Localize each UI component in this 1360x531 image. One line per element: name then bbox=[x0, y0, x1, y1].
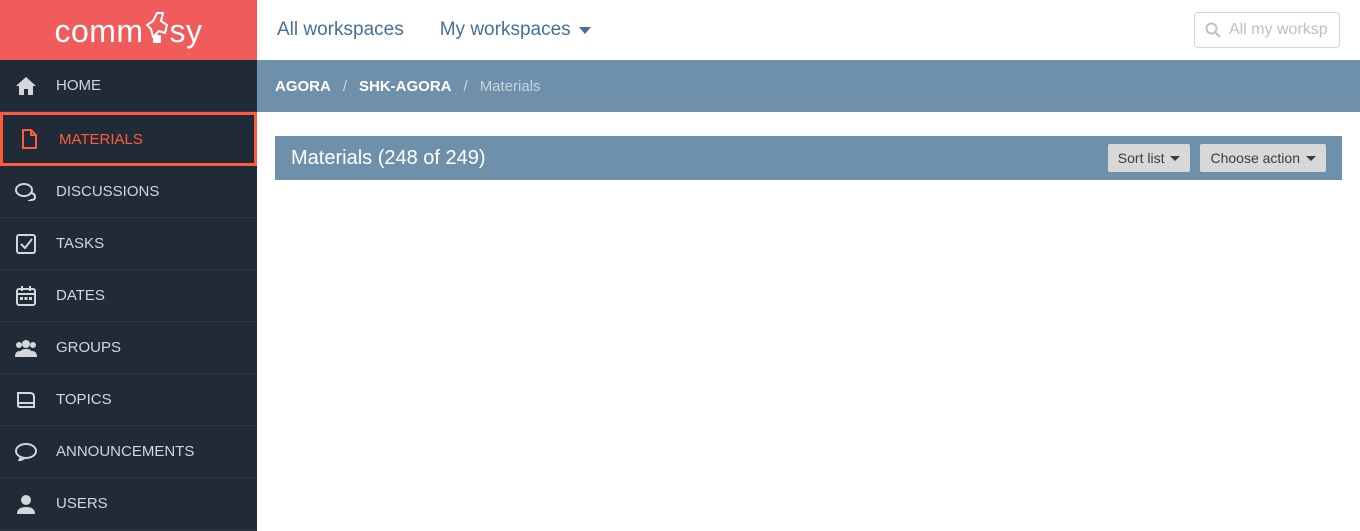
book-icon bbox=[14, 391, 38, 409]
sidebar-item-groups[interactable]: GROUPS bbox=[0, 322, 257, 374]
sidebar-item-label: MATERIALS bbox=[59, 131, 143, 148]
caret-down-icon bbox=[1170, 156, 1180, 161]
logo[interactable]: comm sy bbox=[0, 0, 257, 60]
calendar-icon bbox=[14, 286, 38, 306]
caret-down-icon bbox=[1306, 156, 1316, 161]
my-workspaces-label: My workspaces bbox=[440, 19, 571, 41]
breadcrumb-level1[interactable]: AGORA bbox=[275, 78, 331, 95]
sidebar-item-label: TOPICS bbox=[56, 391, 112, 408]
sidebar-item-label: USERS bbox=[56, 495, 108, 512]
panel-body bbox=[275, 180, 1342, 520]
file-icon bbox=[17, 129, 41, 149]
sidebar-item-label: DISCUSSIONS bbox=[56, 183, 159, 200]
search-box[interactable] bbox=[1194, 12, 1340, 48]
breadcrumb-level2[interactable]: SHK-AGORA bbox=[359, 78, 452, 95]
search-icon bbox=[1205, 22, 1221, 38]
sidebar-item-discussions[interactable]: DISCUSSIONS bbox=[0, 166, 257, 218]
sidebar-item-users[interactable]: USERS bbox=[0, 478, 257, 530]
materials-panel: Materials (248 of 249) Sort list Choose … bbox=[275, 136, 1342, 520]
group-icon bbox=[14, 339, 38, 357]
panel-actions: Sort list Choose action bbox=[1108, 144, 1326, 172]
logo-hand-icon bbox=[143, 11, 171, 45]
choose-action-button[interactable]: Choose action bbox=[1200, 144, 1326, 172]
chevron-down-icon bbox=[579, 27, 591, 34]
panel-header: Materials (248 of 249) Sort list Choose … bbox=[275, 136, 1342, 180]
sidebar: comm sy HOME MATERIALS bbox=[0, 0, 257, 531]
my-workspaces-dropdown[interactable]: My workspaces bbox=[440, 19, 591, 41]
sidebar-item-home[interactable]: HOME bbox=[0, 60, 257, 112]
sidebar-item-topics[interactable]: TOPICS bbox=[0, 374, 257, 426]
check-icon bbox=[14, 234, 38, 254]
action-button-label: Choose action bbox=[1210, 150, 1300, 166]
sort-button-label: Sort list bbox=[1118, 150, 1165, 166]
speech-icon bbox=[14, 443, 38, 461]
all-workspaces-link[interactable]: All workspaces bbox=[277, 19, 404, 41]
content-area: Materials (248 of 249) Sort list Choose … bbox=[257, 112, 1360, 531]
breadcrumb-separator: / bbox=[464, 78, 468, 95]
all-workspaces-label: All workspaces bbox=[277, 19, 404, 41]
sidebar-item-label: ANNOUNCEMENTS bbox=[56, 443, 194, 460]
home-icon bbox=[14, 77, 38, 95]
logo-prefix: comm bbox=[54, 15, 143, 47]
user-icon bbox=[14, 494, 38, 514]
sidebar-item-label: GROUPS bbox=[56, 339, 121, 356]
topbar: All workspaces My workspaces bbox=[257, 0, 1360, 60]
breadcrumb: AGORA / SHK-AGORA / Materials bbox=[257, 60, 1360, 112]
sidebar-item-label: HOME bbox=[56, 77, 101, 94]
breadcrumb-separator: / bbox=[343, 78, 347, 95]
panel-title: Materials (248 of 249) bbox=[291, 147, 1108, 170]
sidebar-item-dates[interactable]: DATES bbox=[0, 270, 257, 322]
sidebar-item-tasks[interactable]: TASKS bbox=[0, 218, 257, 270]
sidebar-item-materials[interactable]: MATERIALS bbox=[0, 112, 257, 166]
sort-list-button[interactable]: Sort list bbox=[1108, 144, 1191, 172]
sidebar-item-label: TASKS bbox=[56, 235, 104, 252]
main: All workspaces My workspaces AGORA / SHK… bbox=[257, 0, 1360, 531]
sidebar-item-announcements[interactable]: ANNOUNCEMENTS bbox=[0, 426, 257, 478]
breadcrumb-current: Materials bbox=[480, 78, 541, 95]
search-input[interactable] bbox=[1229, 21, 1329, 39]
comments-icon bbox=[14, 183, 38, 201]
logo-suffix: sy bbox=[170, 15, 203, 47]
logo-text: comm sy bbox=[54, 13, 202, 47]
sidebar-item-label: DATES bbox=[56, 287, 105, 304]
